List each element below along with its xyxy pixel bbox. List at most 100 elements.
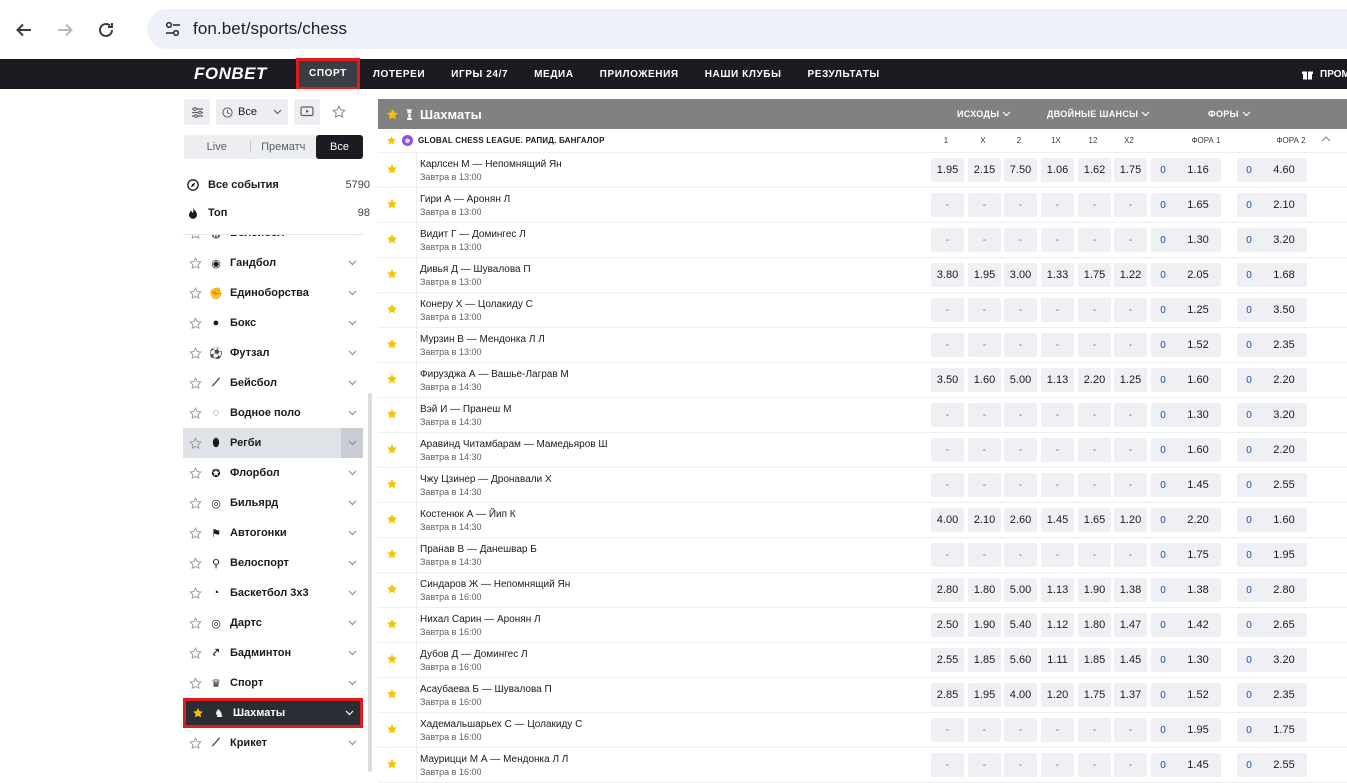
- sidebar-scrollbar[interactable]: [368, 393, 372, 772]
- handicap-1-cell[interactable]: 0 2.05: [1151, 263, 1221, 287]
- odds-cell[interactable]: -: [931, 438, 964, 462]
- star-filled-icon[interactable]: [386, 548, 398, 560]
- star-filled-icon[interactable]: [386, 478, 398, 490]
- odds-cell[interactable]: 1.75: [1078, 683, 1111, 707]
- star-filled-icon[interactable]: [386, 268, 398, 280]
- odds-cell[interactable]: -: [968, 193, 1001, 217]
- star-filled-icon[interactable]: [386, 408, 398, 420]
- sidebar-item-sport[interactable]: ✪ Флорбол: [183, 458, 363, 488]
- star-filled-icon[interactable]: [192, 707, 206, 719]
- handicap-group-toggle[interactable]: ФОРЫ: [1208, 99, 1251, 129]
- handicap-2-cell[interactable]: 0 2.65: [1237, 613, 1307, 637]
- match-teams[interactable]: Конеру Х — Цолакиду С: [420, 299, 533, 310]
- handicap-1-cell[interactable]: 0 1.45: [1151, 473, 1221, 497]
- odds-cell[interactable]: -: [968, 438, 1001, 462]
- match-row[interactable]: Асаубаева Б — Шувалова П Завтра в 16:00 2.…: [378, 678, 1347, 713]
- odds-cell[interactable]: 1.75: [1114, 158, 1147, 182]
- match-row[interactable]: Хадемальшарьех С — Цолакиду С Завтра в 16…: [378, 713, 1347, 748]
- odds-cell[interactable]: 1.45: [1114, 648, 1147, 672]
- odds-cell[interactable]: 2.50: [931, 613, 964, 637]
- odds-cell[interactable]: -: [931, 403, 964, 427]
- odds-cell[interactable]: -: [1078, 403, 1111, 427]
- chevron-down-icon[interactable]: [348, 260, 357, 266]
- handicap-2-cell[interactable]: 0 2.20: [1237, 368, 1307, 392]
- handicap-2-cell[interactable]: 0 2.35: [1237, 333, 1307, 357]
- odds-cell[interactable]: -: [968, 403, 1001, 427]
- star-filled-icon[interactable]: [386, 163, 398, 175]
- odds-cell[interactable]: -: [968, 298, 1001, 322]
- match-row[interactable]: Пранав В — Данешвар Б Завтра в 14:30- - - - -…: [378, 538, 1347, 573]
- odds-cell[interactable]: -: [1078, 333, 1111, 357]
- odds-cell[interactable]: 1.60: [968, 368, 1001, 392]
- menu-games[interactable]: ИГРЫ 24/7: [438, 59, 521, 89]
- odds-cell[interactable]: -: [1041, 333, 1074, 357]
- odds-cell[interactable]: -: [1078, 718, 1111, 742]
- star-outline-icon[interactable]: [189, 736, 203, 750]
- menu-sport[interactable]: СПОРТ: [296, 57, 360, 90]
- odds-cell[interactable]: -: [1041, 473, 1074, 497]
- chevron-down-icon[interactable]: [348, 500, 357, 506]
- star-outline-icon[interactable]: [189, 646, 203, 660]
- odds-cell[interactable]: 1.12: [1041, 613, 1074, 637]
- star-filled-icon[interactable]: [386, 583, 398, 595]
- sidebar-item-sport[interactable]: ✊ Единоборства: [183, 278, 363, 308]
- chevron-down-icon[interactable]: [341, 428, 363, 458]
- handicap-1-cell[interactable]: 0 1.52: [1151, 333, 1221, 357]
- odds-cell[interactable]: 1.38: [1114, 578, 1147, 602]
- odds-cell[interactable]: 5.60: [1004, 648, 1037, 672]
- handicap-2-cell[interactable]: 0 2.10: [1237, 193, 1307, 217]
- match-teams[interactable]: Мурзин В — Мендонка Л Л: [420, 334, 545, 345]
- odds-cell[interactable]: -: [1114, 753, 1147, 777]
- odds-cell[interactable]: -: [1041, 718, 1074, 742]
- star-filled-icon[interactable]: [386, 513, 398, 525]
- star-filled-icon[interactable]: [386, 303, 398, 315]
- match-row[interactable]: Дубов Д — Домингес Л Завтра в 16:00 2.55 1.…: [378, 643, 1347, 678]
- sidebar-item-sport[interactable]: ⚲ Велоспорт: [183, 548, 363, 578]
- odds-cell[interactable]: 2.60: [1004, 508, 1037, 532]
- sidebar-item-sport[interactable]: ⟋ Крикет: [183, 728, 363, 758]
- odds-cell[interactable]: -: [931, 333, 964, 357]
- odds-cell[interactable]: 1.47: [1114, 613, 1147, 637]
- outcomes-group-toggle[interactable]: ИСХОДЫ: [957, 99, 1011, 129]
- handicap-1-cell[interactable]: 0 1.60: [1151, 368, 1221, 392]
- star-outline-icon[interactable]: [189, 526, 203, 540]
- menu-results[interactable]: РЕЗУЛЬТАТЫ: [794, 59, 892, 89]
- odds-cell[interactable]: -: [968, 718, 1001, 742]
- odds-cell[interactable]: -: [1004, 403, 1037, 427]
- mode-live[interactable]: Live: [184, 135, 250, 159]
- odds-cell[interactable]: -: [1004, 298, 1037, 322]
- star-outline-icon[interactable]: [189, 676, 203, 690]
- star-outline-icon[interactable]: [189, 286, 203, 300]
- star-outline-icon[interactable]: [189, 586, 203, 600]
- odds-cell[interactable]: 1.80: [1078, 613, 1111, 637]
- odds-cell[interactable]: -: [1004, 193, 1037, 217]
- odds-cell[interactable]: 1.75: [1078, 263, 1111, 287]
- odds-cell[interactable]: -: [931, 193, 964, 217]
- handicap-1-cell[interactable]: 0 1.95: [1151, 718, 1221, 742]
- odds-cell[interactable]: 1.33: [1041, 263, 1074, 287]
- sidebar-item-sport[interactable]: ◍ Волейбол: [183, 235, 363, 248]
- match-teams[interactable]: Аравинд Читамбарам — Мамедьяров Ш: [420, 439, 608, 450]
- odds-cell[interactable]: 1.06: [1041, 158, 1074, 182]
- chevron-down-icon[interactable]: [348, 290, 357, 296]
- chevron-down-icon[interactable]: [348, 650, 357, 656]
- odds-cell[interactable]: -: [1114, 333, 1147, 357]
- match-teams[interactable]: Пранав В — Данешвар Б: [420, 544, 537, 555]
- chevron-down-icon[interactable]: [348, 410, 357, 416]
- chevron-down-icon[interactable]: [348, 320, 357, 326]
- forward-button[interactable]: [48, 13, 82, 47]
- odds-cell[interactable]: 4.00: [931, 508, 964, 532]
- odds-cell[interactable]: 1.20: [1041, 683, 1074, 707]
- star-filled-icon[interactable]: [386, 618, 398, 630]
- match-row[interactable]: Нихал Сарин — Аронян Л Завтра в 16:00 2.50…: [378, 608, 1347, 643]
- handicap-1-cell[interactable]: 0 1.38: [1151, 578, 1221, 602]
- handicap-2-cell[interactable]: 0 2.35: [1237, 683, 1307, 707]
- chevron-down-icon[interactable]: [348, 380, 357, 386]
- odds-cell[interactable]: -: [1114, 438, 1147, 462]
- star-outline-icon[interactable]: [189, 376, 203, 390]
- odds-cell[interactable]: -: [1041, 298, 1074, 322]
- odds-cell[interactable]: 1.95: [968, 683, 1001, 707]
- star-filled-icon[interactable]: [386, 108, 399, 121]
- star-filled-icon[interactable]: [386, 653, 398, 665]
- handicap-1-cell[interactable]: 0 1.16: [1151, 158, 1221, 182]
